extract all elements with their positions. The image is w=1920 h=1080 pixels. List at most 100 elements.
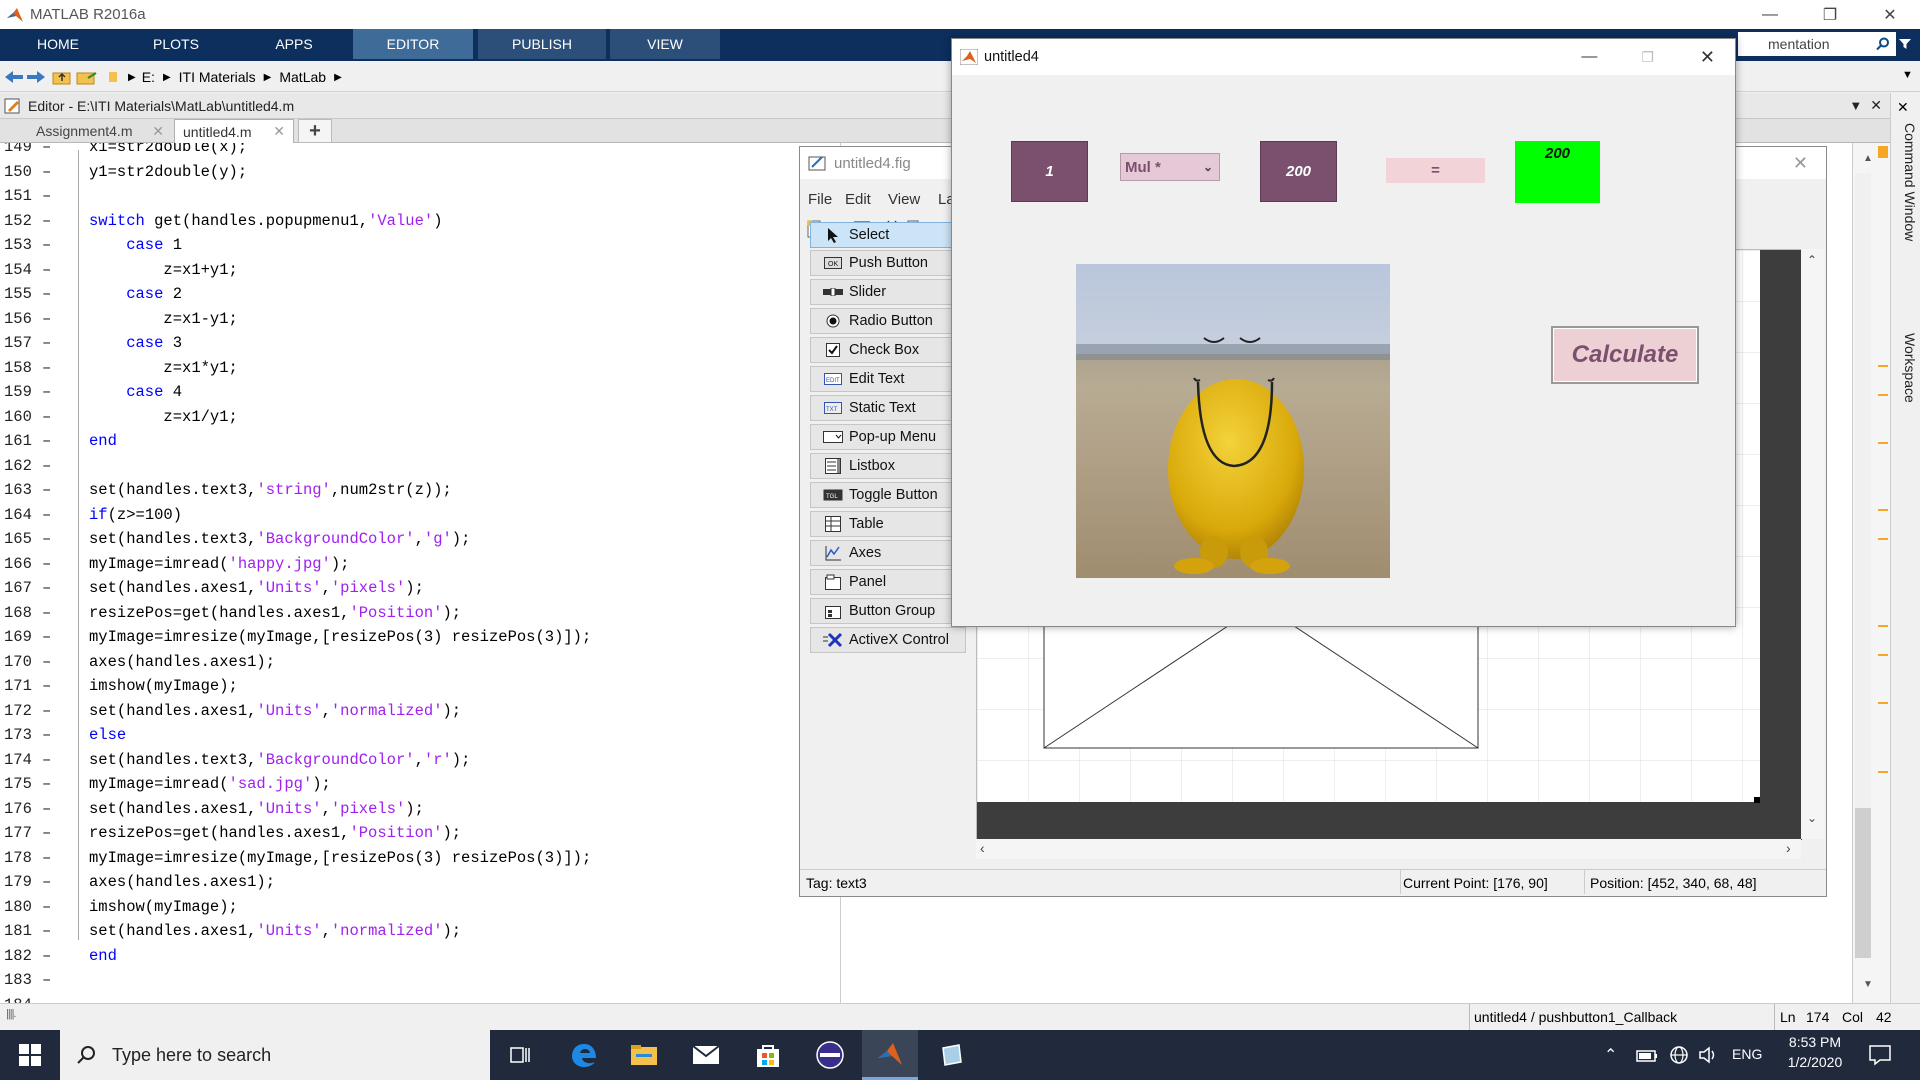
scroll-up-arrow-icon[interactable]: ⌃: [1807, 253, 1817, 267]
breakpoint-dash[interactable]: –: [42, 772, 51, 796]
forward-icon[interactable]: [26, 69, 46, 85]
breakpoint-dash[interactable]: –: [42, 968, 51, 992]
store-icon[interactable]: [740, 1030, 796, 1080]
scroll-right-arrow-icon[interactable]: ›: [1786, 840, 1791, 856]
maximize-button[interactable]: ❐: [1800, 0, 1860, 29]
path-segment[interactable]: MatLab: [279, 69, 326, 85]
scrollbar-thumb[interactable]: [1855, 808, 1871, 958]
code-line[interactable]: 165– set(handles.text3,'BackgroundColor',…: [0, 527, 840, 551]
code-line[interactable]: 170– axes(handles.axes1);: [0, 650, 840, 674]
filter-icon[interactable]: [1898, 37, 1912, 51]
breakpoint-dash[interactable]: –: [42, 331, 51, 355]
up-folder-icon[interactable]: [52, 69, 72, 85]
breakpoint-dash[interactable]: –: [42, 748, 51, 772]
breakpoint-dash[interactable]: –: [42, 380, 51, 404]
code-line[interactable]: 153– case 1: [0, 233, 840, 257]
new-tab-button[interactable]: +: [298, 119, 332, 143]
palette-radio-button[interactable]: Radio Button: [810, 308, 966, 334]
palette-select[interactable]: Select: [810, 222, 966, 248]
breakpoint-dash[interactable]: –: [42, 209, 51, 233]
figure-maximize-button[interactable]: ❐: [1641, 49, 1654, 66]
code-line[interactable]: 163– set(handles.text3,'string',num2str(z…: [0, 478, 840, 502]
warning-marker[interactable]: [1878, 654, 1888, 656]
code-line[interactable]: 167– set(handles.axes1,'Units','pixels');: [0, 576, 840, 600]
palette-pop-up-menu[interactable]: Pop-up Menu: [810, 424, 966, 450]
figure-minimize-button[interactable]: —: [1581, 48, 1597, 66]
breakpoint-dash[interactable]: –: [42, 650, 51, 674]
palette-axes[interactable]: Axes: [810, 540, 966, 566]
canvas-vertical-scrollbar[interactable]: ⌃ ⌄: [1801, 249, 1825, 839]
tab-publish[interactable]: PUBLISH: [478, 29, 606, 59]
volume-icon[interactable]: [1698, 1045, 1720, 1065]
palette-edit-text[interactable]: EDIT Edit Text: [810, 366, 966, 392]
code-line[interactable]: 174– set(handles.text3,'BackgroundColor',…: [0, 748, 840, 772]
breakpoint-dash[interactable]: –: [42, 870, 51, 894]
tab-view[interactable]: VIEW: [610, 29, 720, 59]
code-line[interactable]: 169– myImage=imresize(myImage,[resizePos(…: [0, 625, 840, 649]
guide-menu-edit[interactable]: Edit: [845, 191, 871, 208]
canvas-horizontal-scrollbar[interactable]: ‹ ›: [976, 839, 1801, 859]
breakpoint-dash[interactable]: –: [42, 846, 51, 870]
code-line[interactable]: 151–: [0, 184, 840, 208]
scroll-down-arrow-icon[interactable]: ▼: [1857, 979, 1879, 990]
breakpoint-dash[interactable]: –: [42, 282, 51, 306]
scroll-up-arrow-icon[interactable]: ▲: [1857, 153, 1879, 164]
palette-toggle-button[interactable]: TGL Toggle Button: [810, 482, 966, 508]
code-line[interactable]: 175– myImage=imread('sad.jpg');: [0, 772, 840, 796]
code-line[interactable]: 171– imshow(myImage);: [0, 674, 840, 698]
documentation-search[interactable]: mentation: [1738, 32, 1896, 56]
operation-dropdown[interactable]: Mul * ⌄: [1120, 153, 1220, 181]
breakpoint-dash[interactable]: –: [42, 944, 51, 968]
code-line[interactable]: 183–: [0, 968, 840, 992]
code-line[interactable]: 172– set(handles.axes1,'Units','normalize…: [0, 699, 840, 723]
warning-marker[interactable]: [1878, 509, 1888, 511]
breakpoint-dash[interactable]: –: [42, 527, 51, 551]
code-line[interactable]: 156– z=x1-y1;: [0, 307, 840, 331]
warning-indicator-icon[interactable]: [1878, 146, 1888, 158]
notes-icon[interactable]: [924, 1030, 980, 1080]
breakpoint-dash[interactable]: –: [42, 993, 51, 1004]
breakpoint-dash[interactable]: –: [42, 307, 51, 331]
dropdown-arrow-icon[interactable]: ▼: [1902, 69, 1913, 81]
breakpoint-dash[interactable]: –: [42, 674, 51, 698]
breakpoint-dash[interactable]: –: [42, 552, 51, 576]
code-line[interactable]: 173– else: [0, 723, 840, 747]
back-icon[interactable]: [4, 69, 24, 85]
warning-marker[interactable]: [1878, 625, 1888, 627]
tab-home[interactable]: HOME: [2, 29, 114, 59]
browse-folder-icon[interactable]: [76, 69, 98, 85]
code-line[interactable]: 177– resizePos=get(handles.axes1,'Positio…: [0, 821, 840, 845]
palette-activex-control[interactable]: ActiveX Control: [810, 627, 966, 653]
breakpoint-dash[interactable]: –: [42, 454, 51, 478]
guide-close-icon[interactable]: ✕: [1793, 153, 1808, 174]
edge-icon[interactable]: [556, 1030, 612, 1080]
breakpoint-dash[interactable]: –: [42, 429, 51, 453]
breakpoint-dash[interactable]: –: [42, 576, 51, 600]
path-segment[interactable]: ITI Materials: [179, 69, 256, 85]
code-line[interactable]: 157– case 3: [0, 331, 840, 355]
code-line[interactable]: 164– if(z>=100): [0, 503, 840, 527]
code-line[interactable]: 180– imshow(myImage);: [0, 895, 840, 919]
breakpoint-dash[interactable]: –: [42, 405, 51, 429]
warning-marker[interactable]: [1878, 771, 1888, 773]
close-side-icon[interactable]: ✕: [1897, 99, 1909, 116]
command-window-tab[interactable]: Command Window: [1894, 123, 1918, 323]
tab-editor[interactable]: EDITOR: [353, 29, 473, 59]
start-button[interactable]: [2, 1030, 58, 1080]
code-line[interactable]: 154– z=x1+y1;: [0, 258, 840, 282]
close-tab-icon[interactable]: ✕: [152, 123, 164, 140]
code-line[interactable]: 179– axes(handles.axes1);: [0, 870, 840, 894]
code-line[interactable]: 159– case 4: [0, 380, 840, 404]
code-line[interactable]: 161– end: [0, 429, 840, 453]
network-icon[interactable]: [1668, 1045, 1690, 1065]
guide-menu-view[interactable]: View: [888, 191, 920, 208]
palette-push-button[interactable]: OK Push Button: [810, 250, 966, 276]
breakpoint-dash[interactable]: –: [42, 503, 51, 527]
app-icon[interactable]: [802, 1030, 858, 1080]
breakpoint-dash[interactable]: –: [42, 723, 51, 747]
code-line[interactable]: 152– switch get(handles.popupmenu1,'Value…: [0, 209, 840, 233]
warning-marker[interactable]: [1878, 394, 1888, 396]
breakpoint-dash[interactable]: –: [42, 233, 51, 257]
path-segment[interactable]: E:: [142, 69, 155, 85]
code-line[interactable]: 176– set(handles.axes1,'Units','pixels');: [0, 797, 840, 821]
